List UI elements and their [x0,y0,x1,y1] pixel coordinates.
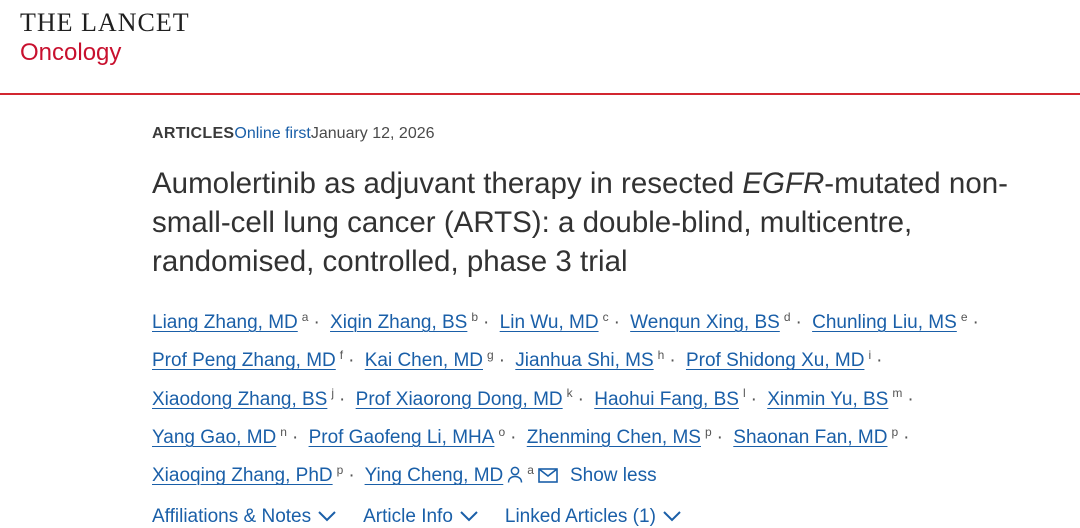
envelope-icon[interactable] [538,462,558,494]
tab-label: Linked Articles (1) [504,506,656,528]
author-item: Chunling Liu, MS e [812,310,968,333]
author-name-link[interactable]: Yang Gao, MD [152,427,276,448]
author-item: Xinmin Yu, BS m [767,386,902,410]
author-name-link[interactable]: Zhenming Chen, MS [527,427,701,448]
chevron-down-icon [656,506,682,528]
author-name-link[interactable]: Xiqin Zhang, BS [330,312,467,333]
article-header: ARTICLES Online first January 12, 2026 A… [152,124,1062,528]
author-separator: · [716,427,723,449]
author-separator: · [613,312,620,334]
author-name-link[interactable]: Prof Peng Zhang, MD [152,350,336,371]
author-item: Prof Shidong Xu, MD i [686,348,871,371]
affiliation-marker[interactable]: o [498,425,505,439]
title-part-1: Aumolertinib as adjuvant therapy in rese… [152,167,743,200]
author-name-link[interactable]: Xiaoqing Zhang, PhD [152,465,333,486]
author-item: Zhenming Chen, MS p [527,425,712,448]
author-item: Prof Gaofeng Li, MHA o [309,425,506,448]
author-separator: · [795,312,802,334]
author-item: Prof Peng Zhang, MD f [152,348,343,371]
article-type[interactable]: ARTICLES [152,124,234,144]
tab-affiliations[interactable]: Affiliations & Notes [152,506,337,528]
author-item: Kai Chen, MD g [365,348,494,371]
tab-article-info[interactable]: Article Info [363,506,479,528]
journal-name-bottom: Oncology [20,39,122,66]
author-item: Prof Xiaorong Dong, MD k [356,386,573,410]
author-separator: · [669,350,676,372]
author-separator: · [348,350,355,372]
author-item: Haohui Fang, BS l [594,386,746,410]
author-name-link[interactable]: Xinmin Yu, BS [767,389,888,410]
author-name-link[interactable]: Ying Cheng, MD [365,465,504,486]
affiliation-marker[interactable]: e [961,310,968,324]
affiliation-marker[interactable]: i [868,348,871,362]
header-divider [0,93,1080,95]
affiliation-marker[interactable]: p [891,425,898,439]
author-name-link[interactable]: Lin Wu, MD [500,312,599,333]
author-name-link[interactable]: Chunling Liu, MS [812,312,957,333]
author-name-link[interactable]: Liang Zhang, MD [152,312,298,333]
author-name-link[interactable]: Prof Xiaorong Dong, MD [356,389,563,410]
author-item: Xiqin Zhang, BS b [330,310,478,333]
affiliation-marker[interactable]: j [331,386,334,400]
author-item: Yang Gao, MD n [152,425,287,448]
author-item: Xiaodong Zhang, BS j [152,386,334,410]
tab-label: Affiliations & Notes [152,506,312,528]
tab-linked-articles[interactable]: Linked Articles (1) [505,506,682,528]
article-info-tabs: Affiliations & Notes Article Info Linked A… [152,506,1062,528]
affiliation-marker[interactable]: a [302,310,309,324]
tab-label: Article Info [363,506,453,528]
author-name-link[interactable]: Wenqun Xing, BS [630,312,780,333]
affiliation-marker[interactable]: p [705,425,712,439]
author-separator: · [972,312,979,334]
author-name-link[interactable]: Shaonan Fan, MD [733,427,887,448]
author-name-link[interactable]: Xiaodong Zhang, BS [152,389,327,410]
affiliation-marker[interactable]: d [784,310,791,324]
author-separator: · [348,465,355,487]
affiliation-marker[interactable]: b [471,310,478,324]
author-separator: · [510,427,517,449]
author-name-link[interactable]: Jianhua Shi, MS [515,350,653,371]
affiliation-marker[interactable]: c [603,310,609,324]
author-separator: · [750,388,757,410]
masthead[interactable]: THE LANCET Oncology [20,8,190,67]
author-separator: · [483,312,490,334]
author-separator: · [498,350,506,372]
article-meta: ARTICLES Online first January 12, 2026 [152,124,1062,144]
affiliation-marker[interactable]: n [280,425,287,439]
affiliation-marker[interactable]: m [892,386,902,400]
author-name-link[interactable]: Prof Shidong Xu, MD [686,350,864,371]
affiliation-marker[interactable]: l [743,386,746,400]
author-separator: · [903,427,910,449]
publication-date: January 12, 2026 [310,125,435,142]
author-item: Xiaoqing Zhang, PhD p [152,463,343,486]
author-name-link[interactable]: Prof Gaofeng Li, MHA [309,427,495,448]
affiliation-marker[interactable]: f [340,348,343,362]
author-item: Liang Zhang, MD a [152,310,309,333]
author-separator: · [339,388,346,410]
author-item: Lin Wu, MD c [500,310,609,333]
author-separator: · [577,388,584,410]
chevron-down-icon [311,506,337,528]
author-separator: · [291,427,299,449]
person-icon [507,462,523,494]
author-item: Jianhua Shi, MS h [515,348,665,371]
affiliation-marker[interactable]: k [567,386,573,400]
title-italic: EGFR [742,167,825,200]
author-item: Ying Cheng, MD a [365,463,534,486]
journal-name-top: THE LANCET [20,8,190,37]
author-item: Shaonan Fan, MD p [733,425,898,448]
chevron-down-icon [453,506,479,528]
show-less-button[interactable]: Show less [570,465,657,486]
author-separator: · [313,312,320,334]
affiliation-marker[interactable]: h [658,348,665,362]
author-list: Liang Zhang, MD a · Xiqin Zhang, BS b · Lin … [152,301,1062,495]
author-name-link[interactable]: Kai Chen, MD [365,350,483,371]
article-title: Aumolertinib as adjuvant therapy in rese… [152,164,1062,281]
author-separator: · [876,350,883,372]
affiliation-marker[interactable]: g [487,348,494,362]
online-first-link[interactable]: Online first [234,124,310,144]
author-name-link[interactable]: Haohui Fang, BS [594,389,739,410]
author-item: Wenqun Xing, BS d [630,310,791,333]
author-separator: · [907,388,914,410]
